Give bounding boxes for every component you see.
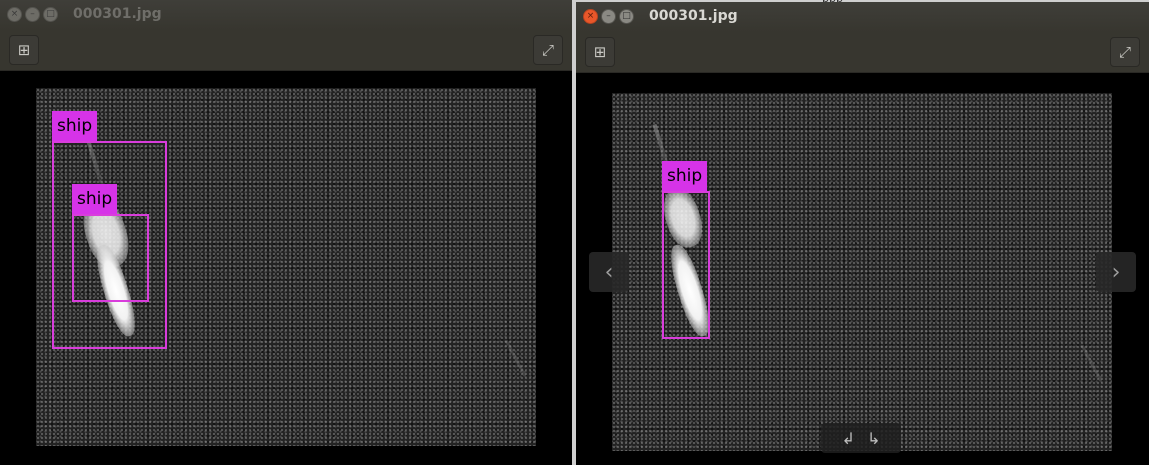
sar-image: ship (612, 93, 1112, 451)
fullscreen-button[interactable]: ⤢ (1110, 37, 1140, 67)
window-title: 000301.jpg (73, 6, 162, 22)
add-button[interactable]: ⊞ (9, 35, 39, 65)
fullscreen-button[interactable]: ⤢ (533, 35, 563, 65)
toolbar: ⊞ ⤢ (576, 32, 1149, 73)
maximize-icon[interactable]: □ (43, 7, 58, 22)
fullscreen-icon: ⤢ (541, 41, 554, 59)
rotate-right-icon[interactable]: ↳ (867, 429, 880, 448)
minimize-icon[interactable]: – (25, 7, 40, 22)
chevron-left-icon: ‹ (604, 259, 614, 285)
maximize-icon[interactable]: □ (619, 9, 634, 24)
previous-image-button[interactable]: ‹ (589, 252, 629, 292)
add-button[interactable]: ⊞ (585, 37, 615, 67)
sea-clutter-streak (1080, 344, 1103, 382)
titlebar: × – □ 000301.jpg (0, 0, 572, 30)
next-image-button[interactable]: › (1096, 252, 1136, 292)
image-canvas: ship ship (0, 71, 572, 465)
toolbar: ⊞ ⤢ (0, 30, 572, 71)
sea-clutter-streak (504, 339, 527, 377)
rotate-left-icon[interactable]: ↲ (842, 429, 855, 448)
titlebar: × – □ 000301.jpg (576, 2, 1149, 32)
sar-image: ship ship (36, 88, 536, 446)
bbox-label: ship (72, 184, 118, 214)
image-viewer-window-right: × – □ 000301.jpg ⊞ ⤢ ship ‹ › ↲ ↳ (576, 2, 1149, 465)
bbox-label: ship (52, 111, 98, 141)
close-icon[interactable]: × (583, 9, 598, 24)
fullscreen-icon: ⤢ (1118, 43, 1131, 61)
minimize-icon[interactable]: – (601, 9, 616, 24)
chevron-right-icon: › (1111, 259, 1121, 285)
add-icon: ⊞ (593, 43, 607, 61)
image-viewer-window-left: × – □ 000301.jpg ⊞ ⤢ ship ship (0, 0, 572, 465)
rotate-controls: ↲ ↳ (821, 423, 901, 453)
image-canvas: ship ‹ › ↲ ↳ (576, 73, 1149, 465)
bounding-box (72, 214, 149, 302)
window-controls: × – □ (583, 9, 634, 24)
window-controls: × – □ (7, 7, 58, 22)
bounding-box (662, 191, 710, 339)
close-icon[interactable]: × (7, 7, 22, 22)
window-title: 000301.jpg (649, 8, 738, 24)
add-icon: ⊞ (17, 41, 31, 59)
bbox-label: ship (662, 161, 708, 191)
